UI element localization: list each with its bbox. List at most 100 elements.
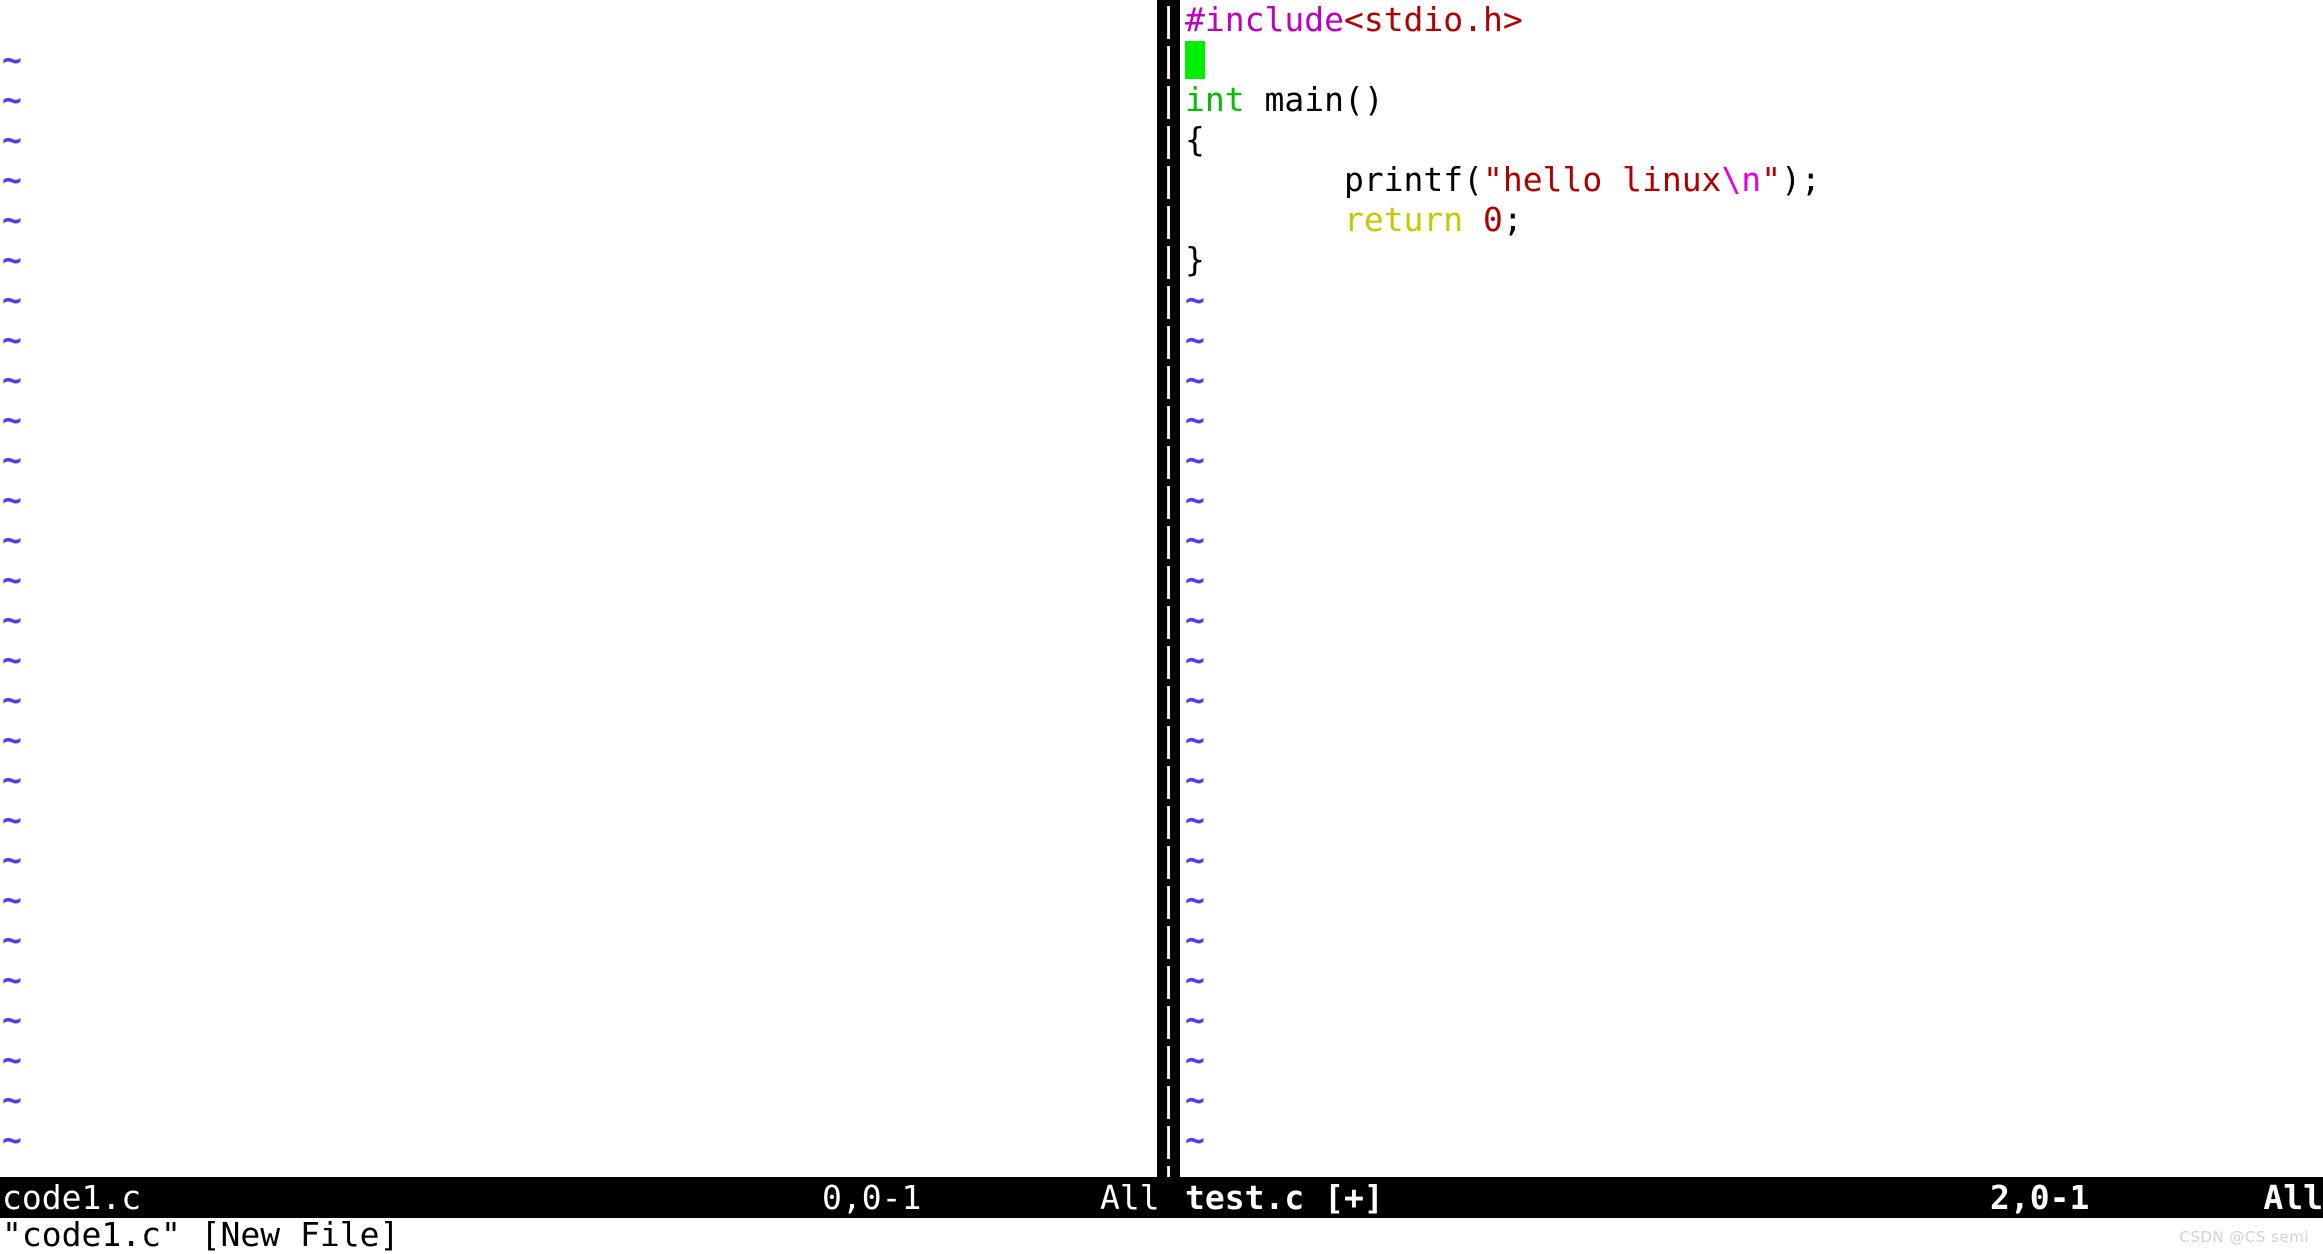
status-left-code1c: code1.c 0,0-1 All [0,1177,1157,1218]
command-message-line[interactable]: "code1.c" [New File] [0,1218,2323,1252]
right-filler-tilde-line: ~ [1180,760,2323,800]
tilde-icon: ~ [2,800,22,839]
left-filler-tilde-line: ~ [0,200,1157,240]
tilde-icon: ~ [2,1080,22,1119]
divider-glyph-column: |||||||||||||||||||||||||||||| [1157,0,1180,1177]
divider-pipe-glyph: | [1158,1040,1179,1079]
pane-right-testc[interactable]: #include<stdio.h> int main(){ printf("hel… [1180,0,2323,1177]
left-filler-tilde-line: ~ [0,680,1157,720]
divider-pipe-glyph: | [1158,120,1179,159]
left-filler-tilde-line: ~ [0,400,1157,440]
tilde-icon: ~ [2,720,22,759]
right-filler-tilde-line: ~ [1180,520,2323,560]
right-filler-tilde-line: ~ [1180,440,2323,480]
divider-pipe-glyph: | [1158,1000,1179,1039]
code-line[interactable] [1180,40,2323,80]
right-filler-tilde-line: ~ [1180,1000,2323,1040]
tilde-icon: ~ [2,240,22,279]
code-token: printf( [1185,160,1484,199]
tilde-icon: ~ [2,560,22,599]
status-right-testc: test.c [+] 2,0-1 All [1180,1177,2323,1218]
tilde-icon: ~ [2,920,22,959]
status-left-filename: code1.c [2,1178,142,1217]
left-filler-tilde-line: ~ [0,1120,1157,1160]
vertical-split-divider[interactable]: |||||||||||||||||||||||||||||| [1157,0,1180,1177]
tilde-icon: ~ [1185,1040,1205,1079]
code-line[interactable]: int main() [1180,80,2323,120]
code-token: <stdio.h> [1343,0,1523,39]
left-filler-tilde-line: ~ [0,280,1157,320]
tilde-icon: ~ [2,1040,22,1079]
left-filler-tilde-line: ~ [0,1000,1157,1040]
tilde-icon: ~ [2,600,22,639]
right-filler-tilde-line: ~ [1180,400,2323,440]
code-token: #include [1185,0,1344,39]
left-filler-tilde-line: ~ [0,320,1157,360]
divider-pipe-glyph: | [1158,240,1179,279]
divider-pipe-glyph: | [1158,320,1179,359]
left-filler-tilde-line: ~ [0,720,1157,760]
tilde-icon: ~ [2,440,22,479]
right-filler-tilde-line: ~ [1180,600,2323,640]
tilde-icon: ~ [2,120,22,159]
code-line[interactable]: { [1180,120,2323,160]
tilde-icon: ~ [2,360,22,399]
divider-pipe-glyph: | [1158,480,1179,519]
left-filler-tilde-line: ~ [0,880,1157,920]
pane-left-code1c[interactable]: ~ ~ ~ ~ ~ ~ ~ ~ ~ ~ ~ ~ ~ ~ ~ ~ ~ ~ ~ ~ ~ ~ ~ ~ ~ ~ ~ ~ [0,0,1157,1177]
tilde-icon: ~ [1185,1080,1205,1119]
tilde-icon: ~ [2,640,22,679]
divider-pipe-glyph: | [1158,800,1179,839]
divider-pipe-glyph: | [1158,960,1179,999]
left-filler-tilde-line: ~ [0,840,1157,880]
divider-pipe-glyph: | [1158,720,1179,759]
code-token: 0 [1483,200,1503,239]
tilde-icon: ~ [1185,560,1205,599]
code-line[interactable]: return 0; [1180,200,2323,240]
tilde-icon: ~ [2,760,22,799]
right-filler-tilde-line: ~ [1180,960,2323,1000]
status-right-scroll-percent: All [2263,1178,2323,1217]
status-bar: code1.c 0,0-1 All test.c [+] 2,0-1 All [0,1177,2323,1218]
code-token: \n [1721,160,1762,199]
tilde-icon: ~ [1185,680,1205,719]
tilde-icon: ~ [2,880,22,919]
left-buffer-line [0,0,1157,40]
left-filler-tilde-line: ~ [0,600,1157,640]
left-filler-tilde-line: ~ [0,240,1157,280]
right-pane-lines: #include<stdio.h> int main(){ printf("hel… [1180,0,2323,1177]
divider-pipe-glyph: | [1158,440,1179,479]
left-filler-tilde-line: ~ [0,40,1157,80]
left-filler-tilde-line: ~ [0,800,1157,840]
right-filler-tilde-line: ~ [1180,1040,2323,1080]
code-line[interactable]: } [1180,240,2323,280]
code-token: } [1185,240,1205,279]
right-filler-tilde-line: ~ [1180,560,2323,600]
divider-pipe-glyph: | [1158,160,1179,199]
divider-pipe-glyph: | [1158,520,1179,559]
left-filler-tilde-line: ~ [0,520,1157,560]
divider-pipe-glyph: | [1158,1080,1179,1119]
tilde-icon: ~ [2,280,22,319]
tilde-icon: ~ [1185,480,1205,519]
divider-pipe-glyph: | [1158,600,1179,639]
code-token: return [1343,200,1464,239]
code-line[interactable]: #include<stdio.h> [1180,0,2323,40]
editor-area: ~ ~ ~ ~ ~ ~ ~ ~ ~ ~ ~ ~ ~ ~ ~ ~ ~ ~ ~ ~ ~ ~ ~ ~ ~ ~ ~ ~ | | | | | | | | | | |… [0,0,2323,1177]
code-token: "hello linux [1483,160,1722,199]
status-right-filename: test.c [+] [1185,1178,1384,1217]
right-filler-tilde-line: ~ [1180,360,2323,400]
divider-pipe-glyph: | [1158,0,1179,39]
tilde-icon: ~ [2,160,22,199]
code-line[interactable]: printf("hello linux\n"); [1180,160,2323,200]
divider-pipe-glyph: | [1158,760,1179,799]
left-filler-tilde-line: ~ [0,360,1157,400]
tilde-icon: ~ [1185,1000,1205,1039]
right-filler-tilde-line: ~ [1180,1120,2323,1160]
tilde-icon: ~ [1185,640,1205,679]
right-filler-tilde-line: ~ [1180,1080,2323,1120]
right-filler-tilde-line: ~ [1180,720,2323,760]
tilde-icon: ~ [2,1000,22,1039]
tilde-icon: ~ [1185,320,1205,359]
